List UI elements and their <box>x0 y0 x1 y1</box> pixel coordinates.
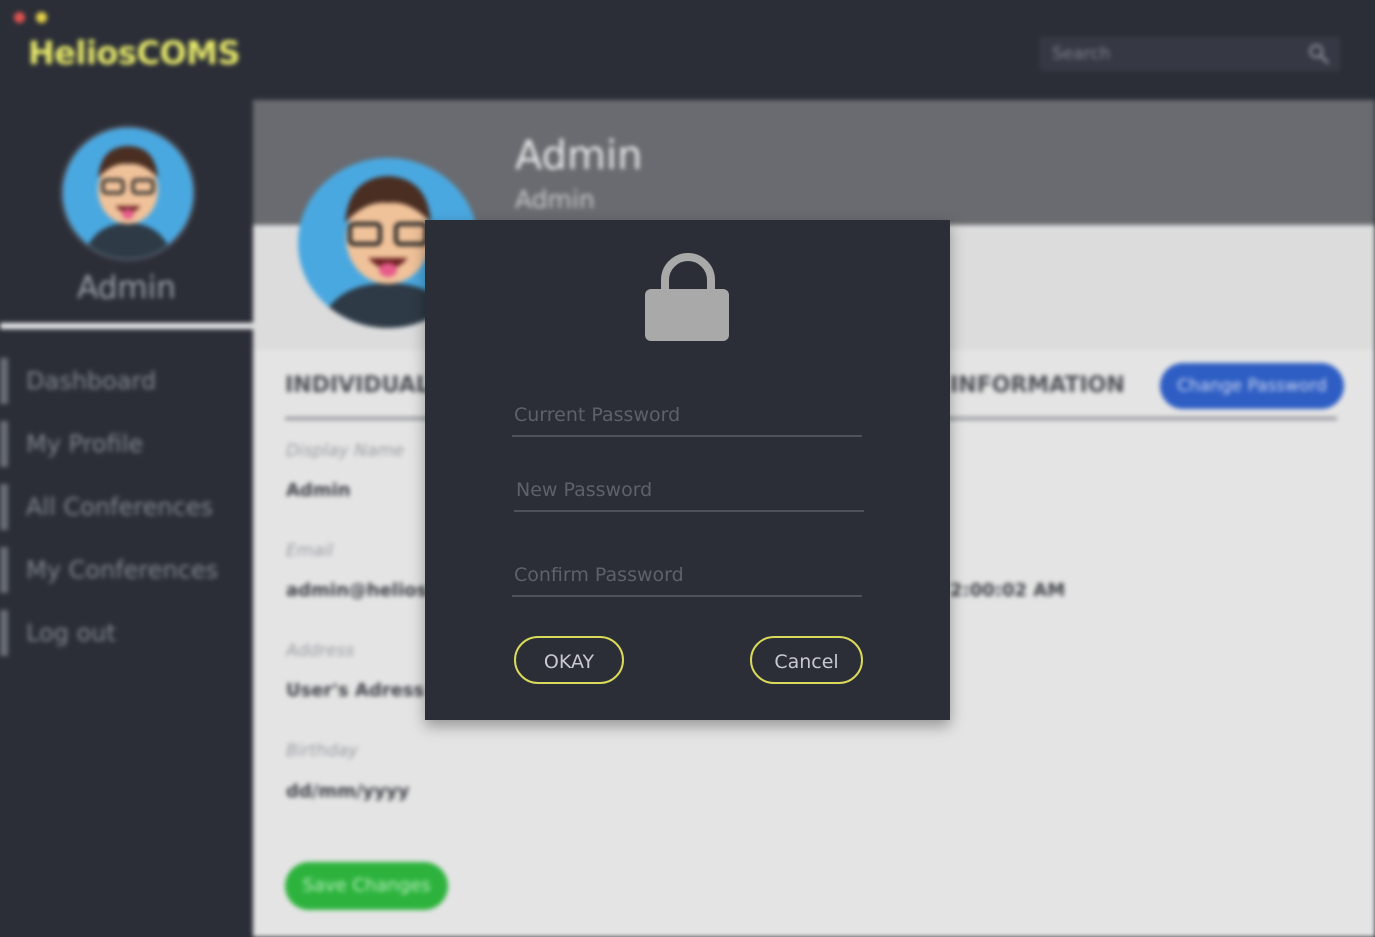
email-label: Email <box>286 541 334 561</box>
nav-indicator <box>0 547 8 593</box>
avatar <box>60 125 196 261</box>
nav-indicator <box>0 484 8 530</box>
close-window-button[interactable] <box>14 12 25 23</box>
birthday-label: Birthday <box>286 741 359 761</box>
title-bar: HeliosCOMS Search <box>0 0 1375 100</box>
sidebar-user-name: Admin <box>77 270 176 306</box>
nav-indicator <box>0 358 8 404</box>
cancel-button[interactable]: Cancel <box>750 636 863 684</box>
new-password-field[interactable] <box>514 470 864 512</box>
sidebar-item-my-profile[interactable]: My Profile <box>0 421 253 467</box>
current-password-input[interactable] <box>512 395 862 435</box>
sidebar-item-label: All Conferences <box>26 493 214 521</box>
search-icon[interactable] <box>1308 43 1330 65</box>
lock-icon <box>645 253 729 341</box>
display-name-value[interactable]: Admin <box>286 480 351 501</box>
section-title-individual: INDIVIDUAL I <box>285 373 446 398</box>
confirm-password-field[interactable] <box>512 555 862 597</box>
sidebar-item-dashboard[interactable]: Dashboard <box>0 358 253 404</box>
sidebar-item-log-out[interactable]: Log out <box>0 610 253 656</box>
app-logo: HeliosCOMS <box>28 34 241 72</box>
search-box[interactable]: Search <box>1040 37 1340 71</box>
new-password-input[interactable] <box>514 470 864 510</box>
address-label: Address <box>286 641 355 661</box>
nav-indicator <box>0 610 8 656</box>
change-password-dialog: OKAY Cancel <box>425 220 950 720</box>
save-changes-button[interactable]: Save Changes <box>285 862 448 910</box>
sidebar: Admin Dashboard My Profile All Conferenc… <box>0 100 253 937</box>
birthday-value[interactable]: dd/mm/yyyy <box>286 781 409 802</box>
display-name-label: Display Name <box>286 441 405 461</box>
address-value[interactable]: User's Adress <box>286 680 424 701</box>
okay-button[interactable]: OKAY <box>514 636 624 684</box>
sidebar-item-label: My Conferences <box>26 556 219 584</box>
email-value[interactable]: admin@helios.c <box>286 580 445 601</box>
sidebar-item-label: Dashboard <box>26 367 157 395</box>
timestamp-value: 2:00:02 AM <box>950 580 1066 601</box>
change-password-button[interactable]: Change Password <box>1160 363 1344 409</box>
search-input[interactable]: Search <box>1052 44 1110 64</box>
sidebar-item-label: Log out <box>26 619 116 647</box>
sidebar-item-all-conferences[interactable]: All Conferences <box>0 484 253 530</box>
minimize-window-button[interactable] <box>36 12 47 23</box>
current-password-field[interactable] <box>512 395 862 437</box>
profile-name: Admin <box>515 133 643 179</box>
nav-indicator <box>0 421 8 467</box>
confirm-password-input[interactable] <box>512 555 862 595</box>
sidebar-divider <box>0 323 253 329</box>
sidebar-item-label: My Profile <box>26 430 144 458</box>
section-title-information: INFORMATION <box>950 373 1125 398</box>
profile-role: Admin <box>515 185 595 214</box>
sidebar-item-my-conferences[interactable]: My Conferences <box>0 547 253 593</box>
